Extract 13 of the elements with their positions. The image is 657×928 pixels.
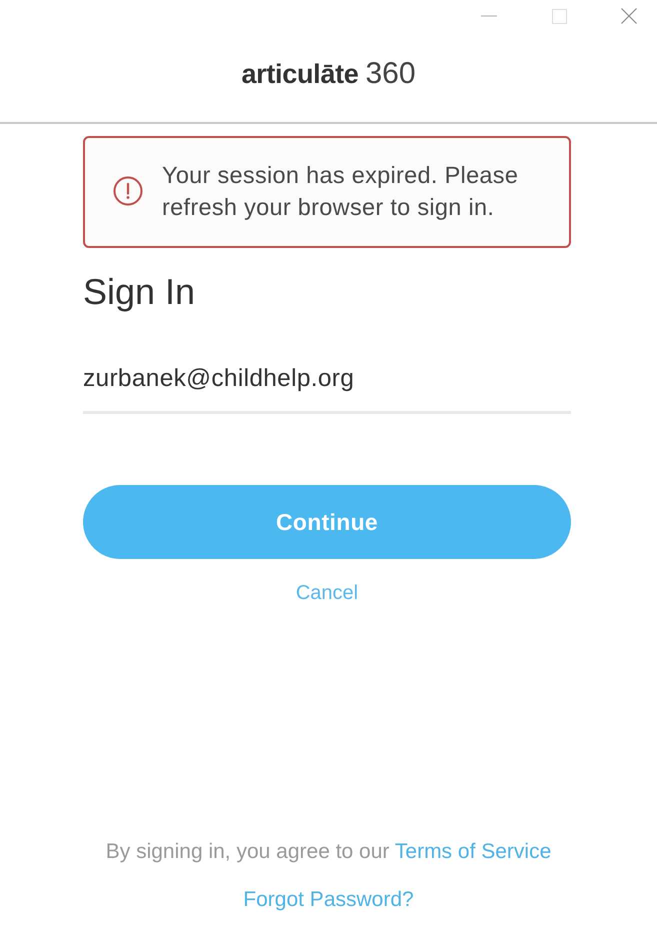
warning-icon: [113, 176, 143, 206]
sign-in-heading: Sign In: [83, 270, 196, 313]
minimize-icon: [481, 15, 497, 17]
maximize-icon: [552, 8, 566, 24]
continue-button[interactable]: Continue: [83, 485, 571, 559]
cancel-link[interactable]: Cancel: [296, 581, 358, 605]
terms-agreement-text: By signing in, you agree to our Terms of Service: [106, 840, 552, 864]
forgot-password-link[interactable]: Forgot Password?: [243, 888, 414, 912]
close-icon: [621, 8, 637, 24]
alert-message: Your session has expired. Please refresh your browser to sign in.: [162, 161, 520, 222]
email-field[interactable]: zurbanek@childhelp.org: [83, 349, 571, 414]
logo: articulāte 360: [241, 59, 416, 89]
terms-of-service-link[interactable]: Terms of Service: [394, 840, 552, 863]
